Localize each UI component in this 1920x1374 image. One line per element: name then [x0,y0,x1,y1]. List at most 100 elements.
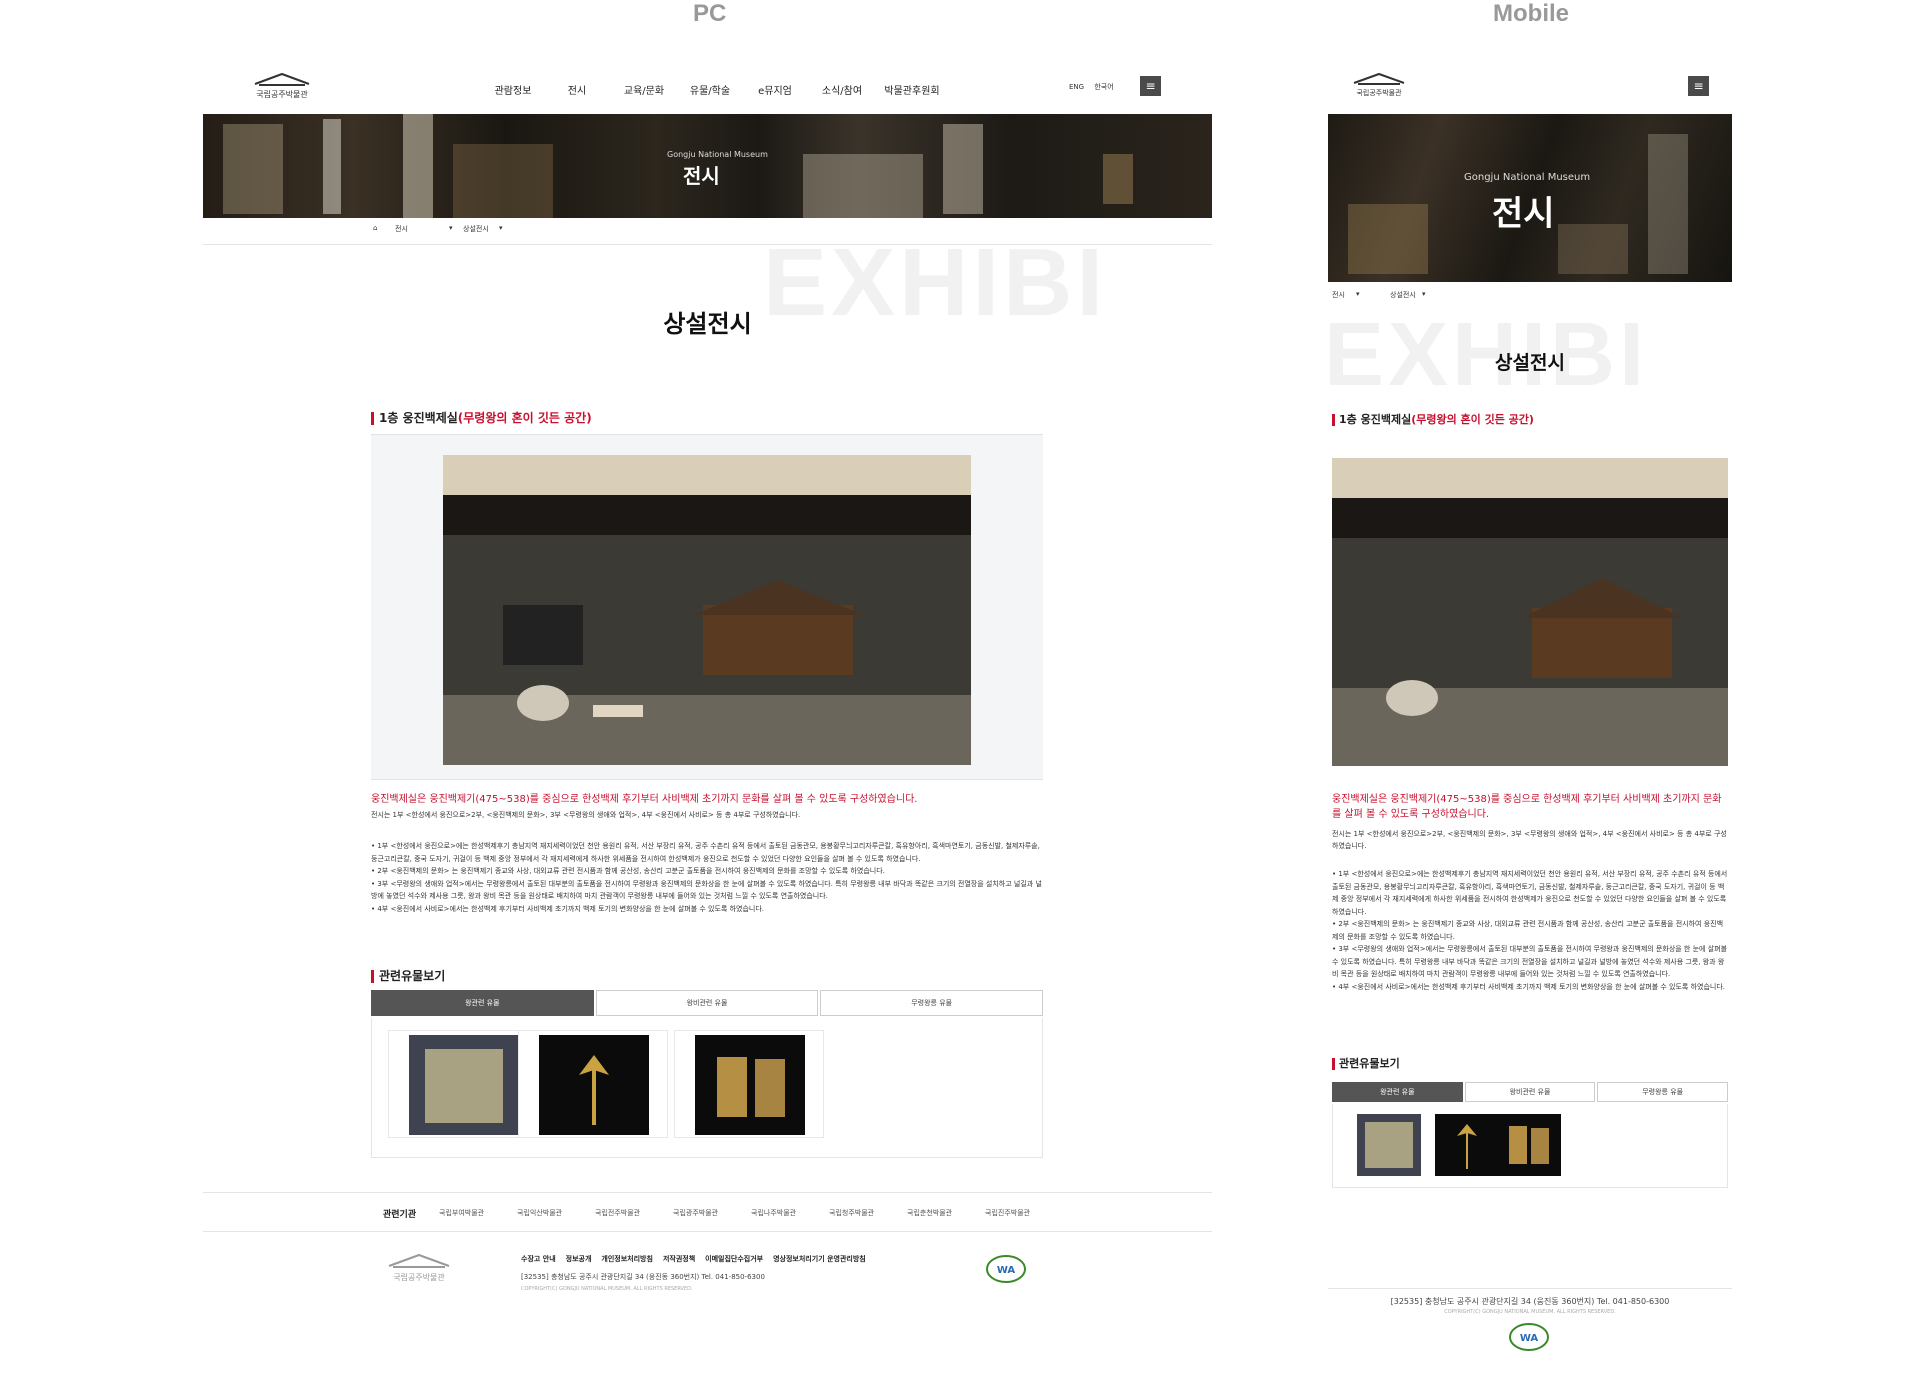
tab-queen-artifacts[interactable]: 왕비관련 유물 [1464,1082,1596,1102]
footer-logo-text: 국립공주박물관 [393,1272,445,1282]
breadcrumb-level2[interactable]: 상설전시 [1390,290,1422,300]
tab-king-artifacts[interactable]: 왕관련 유물 [1332,1082,1463,1102]
svg-text:WA: WA [997,1265,1016,1276]
museum-logo[interactable]: 국립공주박물관 [251,72,313,102]
institution-link[interactable]: 국립진주박물관 [985,1208,1063,1218]
artifact-list [1332,1104,1728,1188]
mobile-header: 국립공주박물관 ≡ [1328,58,1732,114]
gallery-photo-box [371,434,1043,780]
related-institutions-links: 국립부여박물관 국립익산박물관 국립전주박물관 국립광주박물관 국립나주박물관 … [439,1208,1063,1218]
intro-text: 전시는 1부 <한성에서 웅진으로>2부, <웅진백제의 문화>, 3부 <무령… [1332,830,1727,850]
page-title: 상설전시 [663,310,752,338]
mobile-label: Mobile [1493,0,1569,27]
artifact-card[interactable] [674,1030,824,1138]
chevron-down-icon[interactable]: ▾ [1422,290,1426,300]
gallery-photo [443,455,971,765]
artifact-thumbnail[interactable] [1497,1114,1561,1176]
institution-link[interactable]: 국립부여박물관 [439,1208,517,1218]
pc-mockup: 국립공주박물관 관람정보 전시 교육/문화 유물/학술 e뮤지엄 소식/참여 박… [203,58,1212,1303]
related-artifacts-title: 관련유물보기 [1332,1058,1400,1070]
tab-king-artifacts[interactable]: 왕관련 유물 [371,990,594,1016]
nav-item-news[interactable]: 소식/참여 [807,82,877,97]
footer-link[interactable]: 이메일집단수집거부 [705,1254,763,1264]
breadcrumb: 전시 ▾ 상설전시 ▾ [1332,290,1426,300]
footer-copyright: COPYRIGHT(C) GONGJU NATIONAL MUSEUM. ALL… [521,1286,693,1292]
nav-item-collection[interactable]: 유물/학술 [677,82,743,97]
banner-title: 전시 [683,164,720,188]
tab-queen-artifacts[interactable]: 왕비관련 유물 [595,990,819,1016]
page-title: 상설전시 [1495,352,1565,374]
institution-link[interactable]: 국립청주박물관 [829,1208,907,1218]
description-list: • 1부 <한성에서 웅진으로>에는 한성백제후기 충남지역 재지세력이었던 천… [371,840,1043,915]
footer-link[interactable]: 영상정보처리기기 운영관리방침 [773,1254,866,1264]
intro-highlight-text: 웅진백제실은 웅진백제기(475~538)를 중심으로 한성백제 후기부터 사비… [371,794,918,805]
institution-link[interactable]: 국립광주박물관 [673,1208,751,1218]
wa-certification-icon: WA [1509,1323,1549,1351]
list-item: • 4부 <웅진에서 사비로>에서는 한성백제 후기부터 사비백제 초기까지 백… [371,904,765,913]
footer-link[interactable]: 수장고 안내 [521,1254,556,1264]
breadcrumb-level1[interactable]: 전시 [1332,290,1356,300]
tab-tomb-artifacts[interactable]: 무령왕릉 유물 [1597,1082,1729,1102]
footer-links: 수장고 안내 정보공개 개인정보처리방침 저작권정책 이메일집단수집거부 영상정… [521,1254,866,1264]
hamburger-icon[interactable]: ≡ [1688,76,1709,96]
logo-text: 국립공주박물관 [256,89,308,99]
footer-logo: 국립공주박물관 [388,1253,450,1282]
hero-banner: Gongju National Museum 전시 [1328,114,1732,282]
svg-text:WA: WA [1520,1333,1539,1344]
tab-tomb-artifacts[interactable]: 무령왕릉 유물 [820,990,1044,1016]
banner-subtitle: Gongju National Museum [667,150,768,159]
nav-item-emuseum[interactable]: e뮤지엄 [743,82,807,97]
gallery-photo [1332,458,1728,766]
section-title: 1층 웅진백제실(무령왕의 혼이 깃든 공간) [371,412,592,425]
chevron-down-icon[interactable]: ▾ [499,224,503,234]
institution-link[interactable]: 국립전주박물관 [595,1208,673,1218]
wa-certification-icon: WA [986,1255,1026,1283]
institution-link[interactable]: 국립나주박물관 [751,1208,829,1218]
section-title-highlight: (무령왕의 혼이 깃든 공간) [1411,413,1534,426]
intro-highlight-text: 웅진백제실은 웅진백제기(475~538)를 중심으로 한성백제 후기부터 사비… [1332,794,1722,820]
footer-link[interactable]: 정보공개 [566,1254,592,1264]
hero-banner: Gongju National Museum 전시 [203,114,1212,218]
banner-subtitle: Gongju National Museum [1464,172,1591,183]
artifact-tabs: 왕관련 유물 왕비관련 유물 무령왕릉 유물 [1332,1082,1729,1102]
footer-copyright: COPYRIGHT(C) GONGJU NATIONAL MUSEUM. ALL… [1444,1309,1616,1315]
list-item: • 1부 <한성에서 웅진으로>에는 한성백제후기 충남지역 재지세력이었던 천… [371,842,1040,863]
breadcrumb-level1[interactable]: 전시 [395,224,449,234]
footer-address: [32535] 충청남도 공주시 관광단지길 34 (웅진동 360번지) Te… [1390,1297,1670,1306]
intro-text: 전시는 1부 <한성에서 웅진으로>2부, <웅진백제의 문화>, 3부 <무령… [371,811,801,819]
footer-link[interactable]: 개인정보처리방침 [601,1254,653,1264]
artifact-card[interactable] [388,1030,538,1138]
list-item: • 3부 <무령왕의 생애와 업적>에서는 무령왕릉에서 출토된 대부분의 출토… [1332,945,1728,978]
artifact-thumbnail[interactable] [1435,1114,1499,1176]
artifact-thumbnail [695,1035,805,1135]
nav-item-education[interactable]: 교육/문화 [611,82,677,97]
main-nav: 관람정보 전시 교육/문화 유물/학술 e뮤지엄 소식/참여 박물관후원회 [483,82,947,97]
institution-link[interactable]: 국립익산박물관 [517,1208,595,1218]
footer-address: [32535] 충청남도 공주시 관광단지길 34 (웅진동 360번지) Te… [521,1273,765,1281]
section-title-main: 1층 웅진백제실 [1339,413,1412,426]
pc-label: PC [693,0,727,27]
nav-item-info[interactable]: 관람정보 [483,82,543,97]
lang-kor[interactable]: 한국어 [1094,83,1113,91]
nav-item-support[interactable]: 박물관후원회 [877,82,947,97]
lang-eng[interactable]: ENG [1069,83,1084,91]
artifact-card[interactable] [518,1030,668,1138]
list-item: • 4부 <웅진에서 사비로>에서는 한성백제 후기부터 사비백제 초기까지 백… [1332,982,1726,991]
chevron-down-icon[interactable]: ▾ [1356,290,1390,300]
hamburger-icon[interactable]: ≡ [1140,76,1161,96]
institution-link[interactable]: 국립춘천박물관 [907,1208,985,1218]
divider [203,244,1212,245]
footer-link[interactable]: 저작권정책 [663,1254,695,1264]
home-icon[interactable]: ⌂ [373,224,395,234]
artifact-thumbnail[interactable] [1357,1114,1421,1176]
artifact-list [371,1018,1043,1158]
artifact-tabs: 왕관련 유물 왕비관련 유물 무령왕릉 유물 [371,990,1044,1016]
header: 국립공주박물관 관람정보 전시 교육/문화 유물/학술 e뮤지엄 소식/참여 박… [203,58,1212,114]
nav-item-exhibition[interactable]: 전시 [543,82,611,97]
breadcrumb: ⌂ 전시 ▾ 상설전시 ▾ [373,224,503,234]
divider [1328,1288,1732,1289]
museum-logo[interactable]: 국립공주박물관 [1350,72,1408,100]
breadcrumb-level2[interactable]: 상설전시 [463,224,499,234]
artifact-thumbnail [539,1035,649,1135]
chevron-down-icon[interactable]: ▾ [449,224,463,234]
